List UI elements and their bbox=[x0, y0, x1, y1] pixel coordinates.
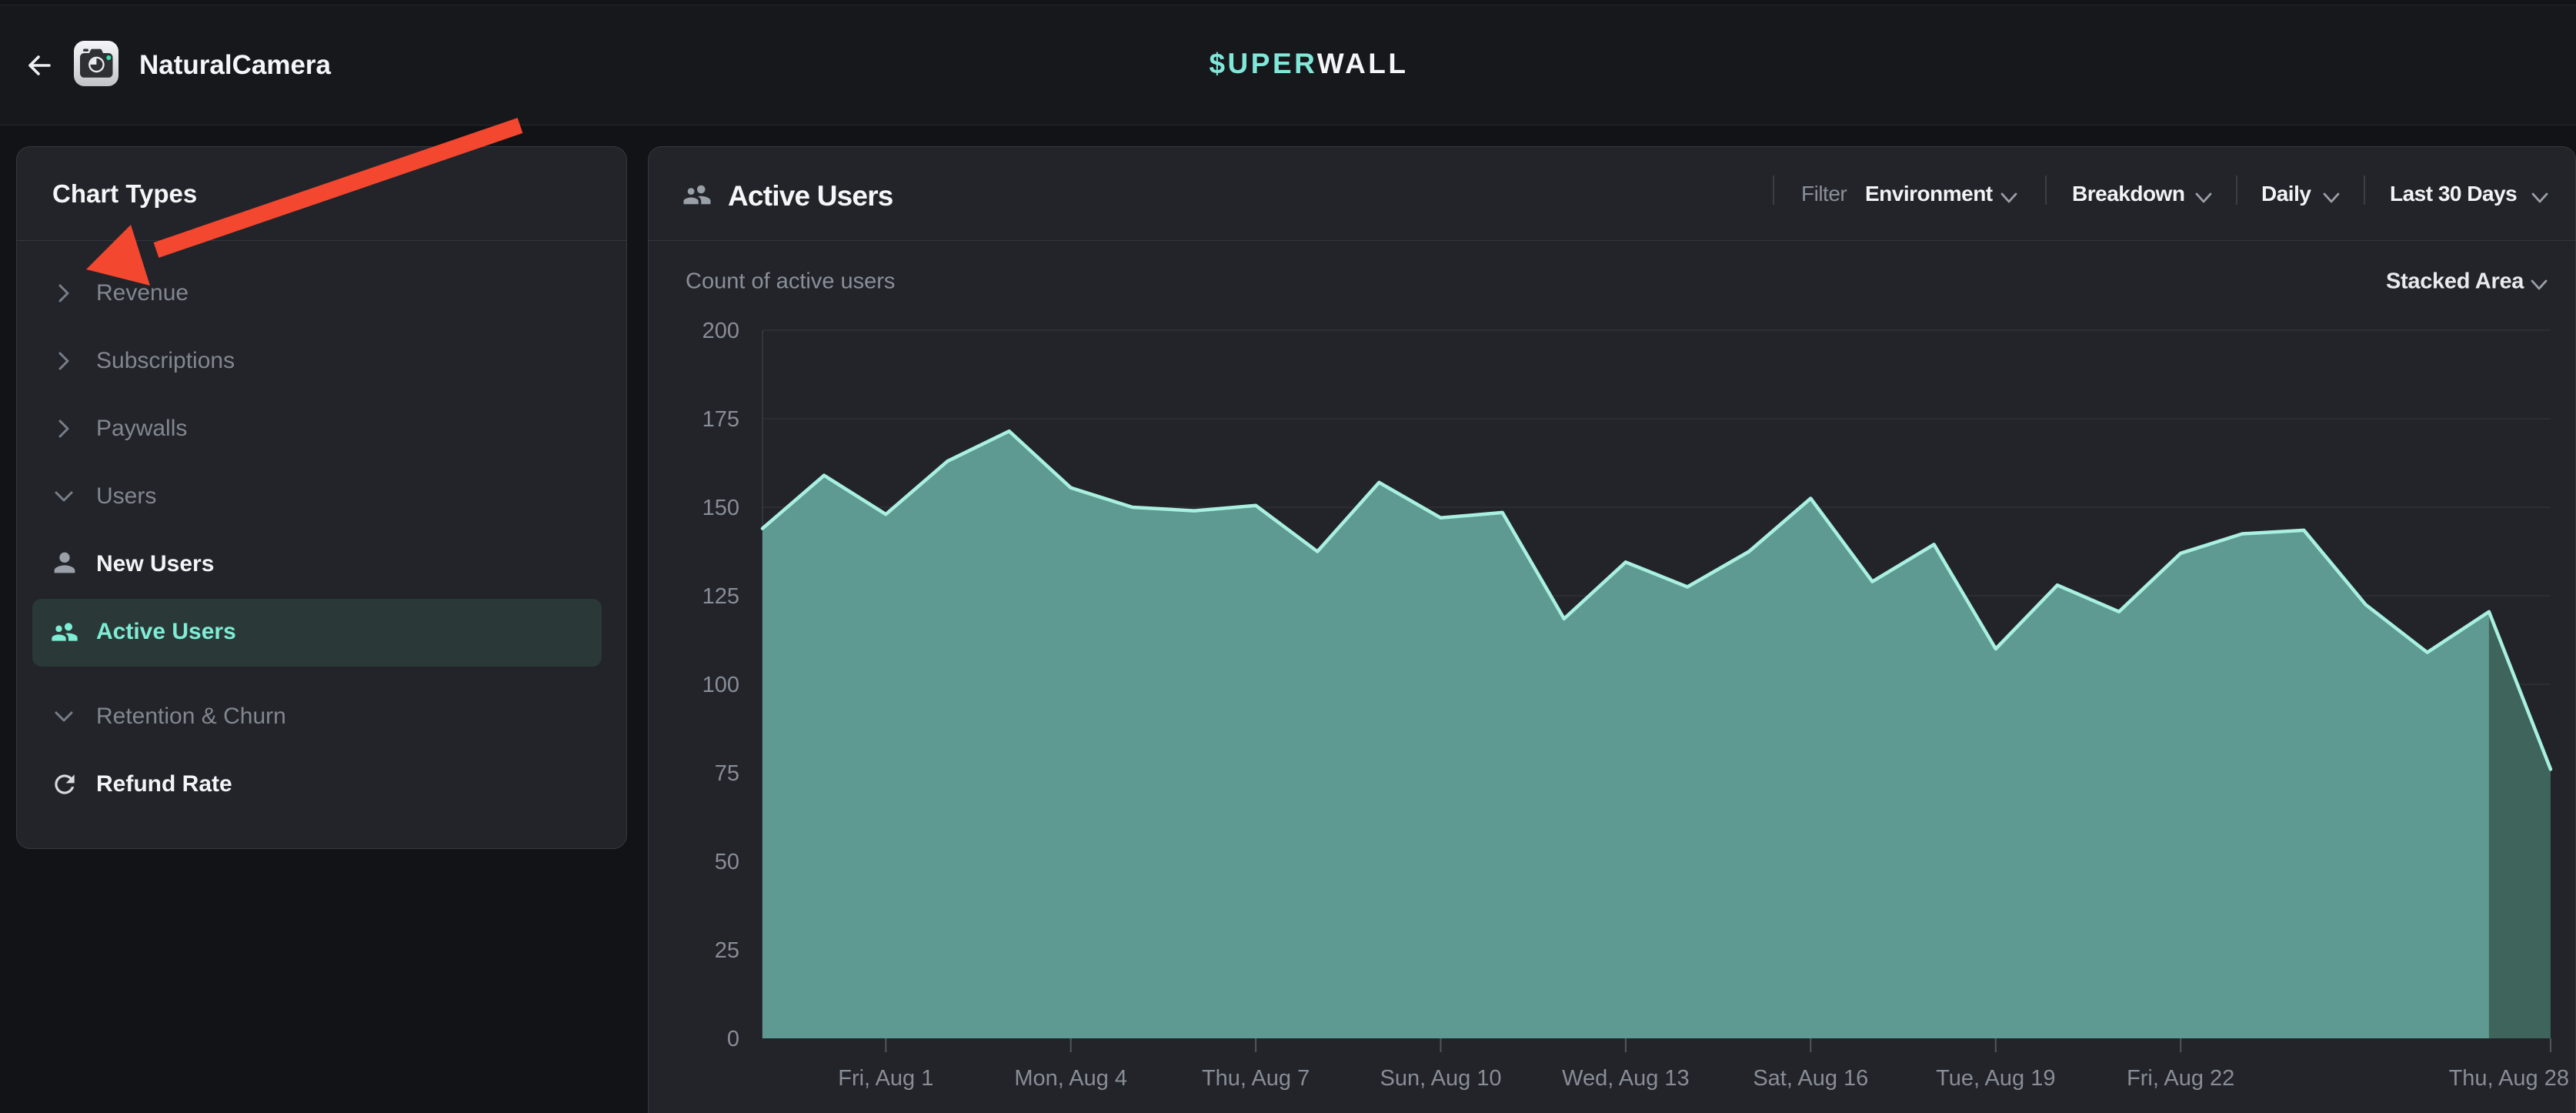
svg-text:Fri, Aug 22: Fri, Aug 22 bbox=[2127, 1066, 2234, 1091]
svg-text:200: 200 bbox=[702, 319, 739, 343]
svg-text:Wed, Aug 13: Wed, Aug 13 bbox=[1562, 1066, 1690, 1091]
svg-text:0: 0 bbox=[727, 1027, 739, 1051]
svg-text:Sun, Aug 10: Sun, Aug 10 bbox=[1380, 1066, 1501, 1091]
svg-text:100: 100 bbox=[702, 673, 739, 697]
svg-text:25: 25 bbox=[715, 938, 739, 963]
svg-text:150: 150 bbox=[702, 496, 739, 520]
svg-text:Sat, Aug 16: Sat, Aug 16 bbox=[1753, 1066, 1868, 1091]
svg-text:Thu, Aug 28: Thu, Aug 28 bbox=[2449, 1066, 2569, 1091]
svg-text:125: 125 bbox=[702, 584, 739, 609]
svg-text:Fri, Aug 1: Fri, Aug 1 bbox=[838, 1066, 933, 1091]
svg-text:Mon, Aug 4: Mon, Aug 4 bbox=[1014, 1066, 1127, 1091]
svg-text:Tue, Aug 19: Tue, Aug 19 bbox=[1936, 1066, 2055, 1091]
svg-text:75: 75 bbox=[715, 761, 739, 786]
svg-text:50: 50 bbox=[715, 850, 739, 874]
svg-text:Thu, Aug 7: Thu, Aug 7 bbox=[1202, 1066, 1310, 1091]
svg-text:175: 175 bbox=[702, 407, 739, 432]
